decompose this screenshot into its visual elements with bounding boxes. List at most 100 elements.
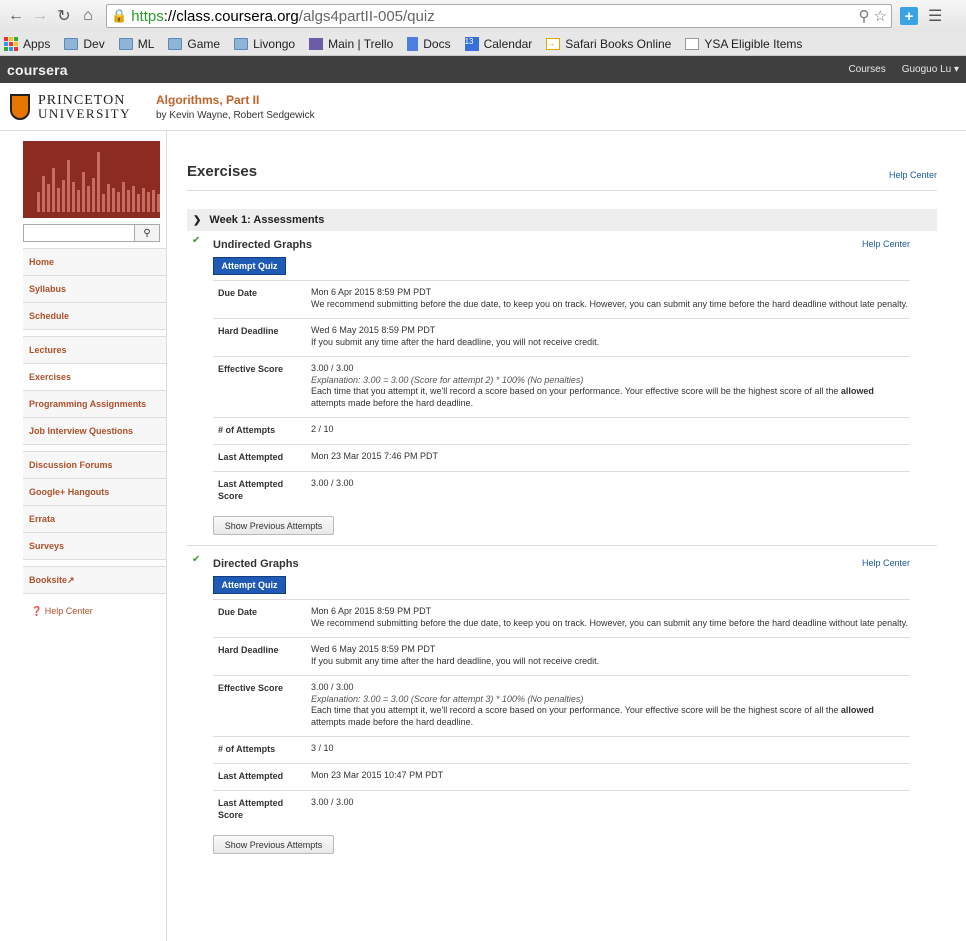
bookmark-calendar[interactable]: 13 Calendar — [464, 36, 533, 51]
reload-icon[interactable]: ↻ — [54, 6, 74, 26]
search-icon[interactable]: ⚲ — [859, 7, 870, 25]
week-section-header[interactable]: ❯ Week 1: Assessments — [187, 209, 937, 231]
sidebar-item-label: Job Interview Questions — [29, 426, 134, 436]
extension-plus-icon[interactable]: + — [900, 7, 918, 25]
forward-arrow-icon[interactable]: → — [30, 6, 50, 26]
row-label: Last Attempted Score — [218, 479, 284, 501]
sidebar-item-booksite[interactable]: Booksite ↗ — [23, 567, 166, 594]
bookmark-livongo[interactable]: Livongo — [234, 37, 295, 51]
bookmark-game[interactable]: Game — [168, 37, 220, 51]
help-center-label: Help Center — [44, 606, 93, 616]
sidebar-item-label: Schedule — [29, 311, 70, 321]
bookmark-dev[interactable]: Dev — [64, 37, 105, 51]
table-row: Hard Deadline Wed 6 May 2015 8:59 PM PDT… — [213, 638, 910, 676]
show-previous-attempts-button[interactable]: Show Previous Attempts — [213, 835, 334, 854]
help-center-link[interactable]: Help Center — [889, 170, 937, 180]
courses-link[interactable]: Courses — [848, 64, 885, 75]
address-bar[interactable]: 🔒 https://class.coursera.org/algs4partII… — [106, 4, 892, 28]
table-row: # of Attempts 3 / 10 — [213, 737, 910, 764]
effective-score-value: 3.00 / 3.00 — [311, 682, 354, 692]
sidebar-item-home[interactable]: Home — [23, 249, 166, 276]
chevron-down-icon: ❯ — [193, 214, 202, 226]
folder-icon — [234, 37, 249, 50]
sidebar-item-discussion-forums[interactable]: Discussion Forums — [23, 452, 166, 479]
bookmark-docs[interactable]: Docs — [407, 36, 451, 51]
show-previous-attempts-button[interactable]: Show Previous Attempts — [213, 516, 334, 535]
user-menu[interactable]: Guoguo Lu ▾ — [902, 64, 959, 75]
main-content: Exercises Help Center ❯ Week 1: Assessme… — [166, 131, 966, 941]
sidebar-item-schedule[interactable]: Schedule — [23, 303, 166, 330]
sidebar-item-programming-assignments[interactable]: Programming Assignments — [23, 391, 166, 418]
hard-deadline-note: If you submit any time after the hard de… — [311, 655, 600, 666]
page-icon — [685, 37, 700, 50]
bookmark-label: Livongo — [253, 36, 296, 51]
bookmark-trello[interactable]: Main | Trello — [309, 37, 393, 51]
bookmark-safari-books[interactable]: → Safari Books Online — [546, 37, 671, 51]
quiz-help-center-link[interactable]: Help Center — [862, 558, 910, 570]
due-date-note: We recommend submitting before the due d… — [311, 298, 909, 309]
row-label: Last Attempted — [218, 452, 284, 462]
score-explanation: Explanation: 3.00 = 3.00 (Score for atte… — [311, 693, 584, 704]
table-row: Due Date Mon 6 Apr 2015 8:59 PM PDT We re… — [213, 281, 910, 319]
quiz-title: Undirected Graphs — [213, 239, 313, 251]
bookmark-label: Docs — [423, 36, 451, 51]
sidebar-item-errata[interactable]: Errata — [23, 506, 166, 533]
bookmarks-bar: Apps Dev ML Game Livongo Main | Trello D… — [0, 32, 966, 56]
bookmark-label: Main | Trello — [328, 36, 394, 51]
sidebar-help-center[interactable]: ❓ Help Center — [23, 606, 166, 617]
bookmark-ysa[interactable]: YSA Eligible Items — [685, 37, 802, 51]
sidebar-nav-group: Booksite ↗ — [23, 566, 166, 594]
due-date-value: Mon 6 Apr 2015 8:59 PM PDT — [311, 287, 432, 297]
sidebar-item-label: Errata — [29, 514, 56, 524]
effective-score-value: 3.00 / 3.00 — [311, 363, 354, 373]
search-icon[interactable]: ⚲ — [135, 224, 160, 242]
home-icon[interactable]: ⌂ — [78, 6, 98, 26]
princeton-logo[interactable]: PRINCETON UNIVERSITY — [10, 93, 156, 120]
score-note: Each time that you attempt it, we'll rec… — [311, 386, 874, 408]
row-label: Hard Deadline — [218, 645, 279, 655]
coursera-logo[interactable]: coursera — [7, 62, 68, 78]
sidebar-item-label: Lectures — [29, 345, 67, 355]
sidebar-item-exercises[interactable]: Exercises — [23, 364, 166, 391]
sidebar-item-surveys[interactable]: Surveys — [23, 533, 166, 560]
sidebar-item-lectures[interactable]: Lectures — [23, 337, 166, 364]
attempt-quiz-button[interactable]: Attempt Quiz — [213, 576, 286, 594]
row-label: Effective Score — [218, 683, 284, 693]
menu-icon[interactable]: ☰ — [928, 6, 942, 26]
course-title[interactable]: Algorithms, Part II — [156, 93, 315, 107]
princeton-shield-icon — [10, 93, 30, 120]
url-scheme: https — [131, 7, 164, 25]
quiz-info-table: Due Date Mon 6 Apr 2015 8:59 PM PDT We re… — [213, 599, 910, 829]
safari-books-icon: → — [546, 37, 561, 50]
bookmark-ml[interactable]: ML — [118, 36, 155, 51]
back-arrow-icon[interactable]: ← — [6, 6, 26, 26]
course-banner-image — [23, 141, 160, 218]
table-row: Last Attempted Mon 23 Mar 2015 10:47 PM … — [213, 764, 910, 791]
search-input[interactable] — [23, 224, 135, 242]
table-row: # of Attempts 2 / 10 — [213, 418, 910, 445]
sidebar-item-google-hangouts[interactable]: Google+ Hangouts — [23, 479, 166, 506]
sidebar-item-syllabus[interactable]: Syllabus — [23, 276, 166, 303]
hard-deadline-value: Wed 6 May 2015 8:59 PM PDT — [311, 644, 436, 654]
quiz-help-center-link[interactable]: Help Center — [862, 239, 910, 251]
table-row: Effective Score 3.00 / 3.00 Explanation:… — [213, 676, 910, 737]
sidebar-item-label: Syllabus — [29, 284, 67, 294]
url-host: ://class.coursera.org — [163, 7, 299, 25]
row-label: Effective Score — [218, 364, 284, 374]
lock-icon: 🔒 — [111, 8, 128, 23]
bookmark-apps[interactable]: Apps — [4, 36, 51, 51]
sidebar-item-job-interview-questions[interactable]: Job Interview Questions — [23, 418, 166, 445]
bookmark-label: Calendar — [483, 36, 533, 51]
score-explanation: Explanation: 3.00 = 3.00 (Score for atte… — [311, 374, 584, 385]
bookmark-label: Game — [187, 36, 221, 51]
bookmark-label: ML — [137, 36, 155, 51]
attempts-value: 3 / 10 — [311, 743, 334, 753]
browser-toolbar: ← → ↻ ⌂ 🔒 https://class.coursera.org/alg… — [0, 0, 966, 32]
star-icon[interactable]: ☆ — [874, 7, 887, 25]
coursera-topbar: coursera Courses Guoguo Lu ▾ — [0, 56, 966, 83]
row-label: Last Attempted — [218, 771, 284, 781]
attempt-quiz-button[interactable]: Attempt Quiz — [213, 257, 286, 275]
bookmark-label: Apps — [23, 36, 51, 51]
quiz-divider — [187, 545, 937, 546]
bookmark-label: Safari Books Online — [565, 36, 672, 51]
